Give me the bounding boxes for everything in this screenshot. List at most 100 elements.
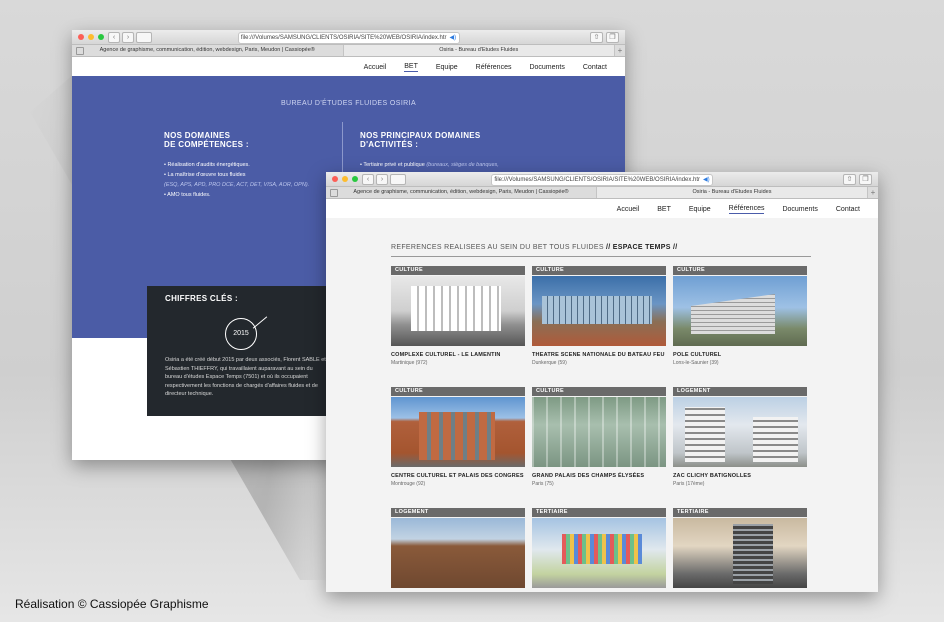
heading-line: NOS DOMAINES (164, 131, 231, 140)
title-bar: ‹ › file:///Volumes/SAMSUNG/CLIENTS/OSIR… (72, 30, 625, 45)
category-tag: CULTURE (391, 387, 525, 396)
sidebar-toggle-icon[interactable] (390, 174, 406, 185)
nav-equipe[interactable]: Equipe (689, 206, 711, 213)
project-photo[interactable] (391, 397, 525, 467)
reference-card[interactable]: TERTIAIRE (532, 508, 666, 592)
nav-equipe[interactable]: Equipe (436, 64, 458, 71)
pen-stroke-icon (252, 316, 268, 329)
reference-card[interactable]: CULTURE GRAND PALAIS DES CHAMPS ÉLYSÉES … (532, 387, 666, 508)
forward-arrow-icon[interactable]: › (376, 174, 388, 185)
close-tab-icon[interactable] (330, 189, 338, 197)
minimize-window-button[interactable] (88, 34, 94, 40)
list-item-detail: (bureaux, sièges de banques, (426, 162, 499, 168)
project-photo[interactable] (391, 276, 525, 346)
close-window-button[interactable] (78, 34, 84, 40)
credit-caption: Réalisation © Cassiopée Graphisme (15, 597, 209, 611)
tab-osiria[interactable]: Osiria - Bureau d'Etudes Fluides (597, 187, 868, 198)
tab-label: Agence de graphisme, communication, édit… (99, 47, 315, 53)
reference-card[interactable]: CULTURE CENTRE CULTUREL ET PALAIS DES CO… (391, 387, 525, 508)
nav-accueil[interactable]: Accueil (617, 206, 640, 213)
address-bar[interactable]: file:///Volumes/SAMSUNG/CLIENTS/OSIRIA/S… (491, 174, 713, 186)
key-figures-text: Osiria a été créé début 2015 par deux as… (165, 357, 326, 397)
back-arrow-icon[interactable]: ‹ (362, 174, 374, 185)
reference-card[interactable]: LOGEMENT (391, 508, 525, 592)
project-photo[interactable] (673, 397, 807, 467)
reference-card[interactable]: CULTURE POLE CULTUREL Lons-le-Saunier (3… (673, 266, 807, 387)
competences-list: • Réalisation d'audits énergétiques. • L… (164, 160, 309, 200)
category-tag: TERTIAIRE (673, 508, 807, 517)
project-photo[interactable] (532, 518, 666, 588)
tab-cassiopee[interactable]: Agence de graphisme, communication, édit… (326, 187, 597, 198)
tabs-overview-icon[interactable]: ❐ (606, 32, 619, 43)
year-badge: 2015 (225, 318, 257, 350)
project-name: COMPLEXE CULTUREL - LE LAMENTIN (391, 352, 501, 358)
share-icon[interactable]: ⇧ (843, 174, 856, 185)
sidebar-toggle-icon[interactable] (136, 32, 152, 43)
toolbar-right: ⇧ ❐ (590, 32, 619, 43)
category-tag: LOGEMENT (673, 387, 807, 396)
address-bar[interactable]: file:///Volumes/SAMSUNG/CLIENTS/OSIRIA/S… (237, 32, 460, 44)
nav-accueil[interactable]: Accueil (364, 64, 387, 71)
title-underline (391, 256, 811, 257)
history-buttons: ‹ › (362, 174, 388, 185)
project-photo[interactable] (391, 518, 525, 588)
project-photo[interactable] (532, 397, 666, 467)
category-tag: TERTIAIRE (532, 508, 666, 517)
key-figures-title: CHIFFRES CLÉS : (165, 294, 238, 303)
new-tab-icon[interactable]: + (615, 45, 625, 56)
project-name: ZAC CLICHY BATIGNOLLES (673, 473, 752, 479)
heading-line: DE COMPÉTENCES : (164, 140, 249, 149)
minimize-window-button[interactable] (342, 176, 348, 182)
activites-list: • Tertiaire privé et publique (bureaux, … (360, 160, 499, 170)
project-name: THEATRE SCENE NATIONALE DU BATEAU FEU (532, 352, 665, 358)
references-page: REFERENCES REALISEES AU SEIN DU BET TOUS… (326, 218, 878, 592)
references-grid: CULTURE COMPLEXE CULTUREL - LE LAMENTIN … (391, 266, 807, 592)
forward-arrow-icon[interactable]: › (122, 32, 134, 43)
project-location: Paris (75) (532, 481, 554, 487)
zoom-window-button[interactable] (352, 176, 358, 182)
project-photo[interactable] (673, 276, 807, 346)
nav-bet[interactable]: BET (657, 206, 671, 213)
project-photo[interactable] (673, 518, 807, 588)
zoom-window-button[interactable] (98, 34, 104, 40)
list-item-detail: (ESQ, APS, APD, PRO DCE, ACT, DET, VISA,… (164, 182, 310, 188)
category-tag: CULTURE (532, 387, 666, 396)
nav-contact[interactable]: Contact (583, 64, 607, 71)
tab-osiria[interactable]: Osiria - Bureau d'Etudes Fluides (343, 45, 615, 56)
category-tag: CULTURE (532, 266, 666, 275)
competences-heading: NOS DOMAINES DE COMPÉTENCES : (164, 131, 249, 149)
tab-label: Agence de graphisme, communication, édit… (353, 189, 569, 195)
category-tag: CULTURE (391, 266, 525, 275)
reference-card[interactable]: CULTURE THEATRE SCENE NATIONALE DU BATEA… (532, 266, 666, 387)
nav-documents[interactable]: Documents (782, 206, 817, 213)
list-item: • Réalisation d'audits énergétiques. (164, 162, 250, 168)
browser-window-front: ‹ › file:///Volumes/SAMSUNG/CLIENTS/OSIR… (326, 172, 878, 592)
reference-card[interactable]: CULTURE COMPLEXE CULTUREL - LE LAMENTIN … (391, 266, 525, 387)
reference-card[interactable]: TERTIAIRE (673, 508, 807, 592)
nav-references[interactable]: Références (728, 205, 765, 214)
share-icon[interactable]: ⇧ (590, 32, 603, 43)
project-photo[interactable] (532, 276, 666, 346)
project-name: GRAND PALAIS DES CHAMPS ÉLYSÉES (532, 473, 645, 479)
category-tag: CULTURE (673, 266, 807, 275)
tab-label: Osiria - Bureau d'Etudes Fluides (439, 47, 519, 53)
close-tab-icon[interactable] (76, 47, 84, 55)
new-tab-icon[interactable]: + (868, 187, 878, 198)
tab-label: Osiria - Bureau d'Etudes Fluides (692, 189, 772, 195)
nav-bet[interactable]: BET (404, 63, 418, 72)
title-prefix: REFERENCES REALISEES AU SEIN DU BET TOUS… (391, 244, 604, 251)
nav-documents[interactable]: Documents (529, 64, 564, 71)
list-item: • AMO tous fluides. (164, 192, 211, 198)
close-window-button[interactable] (332, 176, 338, 182)
url-text: file:///Volumes/SAMSUNG/CLIENTS/OSIRIA/S… (494, 177, 701, 183)
tab-cassiopee[interactable]: Agence de graphisme, communication, édit… (72, 45, 344, 56)
tab-bar: Agence de graphisme, communication, édit… (326, 187, 878, 199)
nav-contact[interactable]: Contact (836, 206, 860, 213)
back-arrow-icon[interactable]: ‹ (108, 32, 120, 43)
reference-card[interactable]: LOGEMENT ZAC CLICHY BATIGNOLLES Paris (1… (673, 387, 807, 508)
tabs-overview-icon[interactable]: ❐ (859, 174, 872, 185)
window-controls (332, 176, 358, 182)
title-bold: // ESPACE TEMPS // (606, 244, 678, 251)
nav-references[interactable]: Références (476, 64, 512, 71)
site-nav: Accueil BET Equipe Références Documents … (72, 57, 625, 77)
